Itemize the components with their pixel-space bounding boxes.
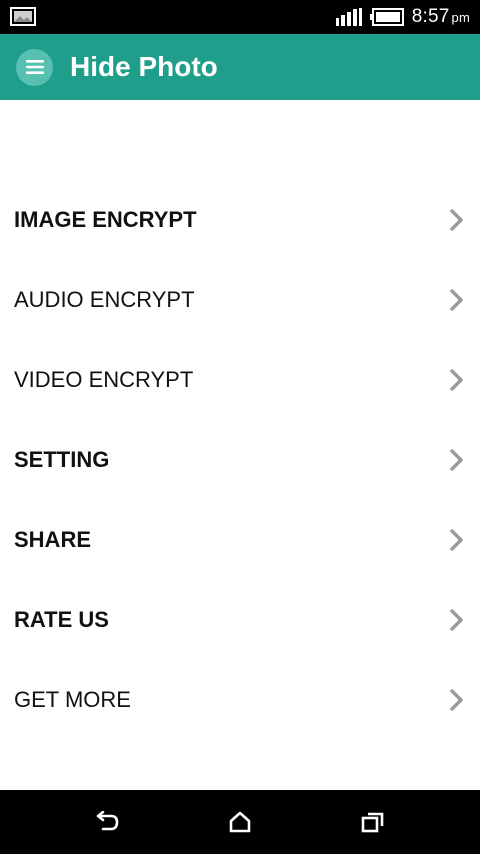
menu-item-label: AUDIO ENCRYPT	[14, 287, 195, 312]
menu-item-label: SHARE	[14, 527, 92, 552]
clock-ampm: pm	[451, 10, 470, 25]
menu-item-get-more[interactable]: GET MORE	[0, 660, 480, 740]
menu-item-video-encrypt[interactable]: VIDEO ENCRYPT	[0, 340, 480, 420]
app-title: Hide Photo	[70, 51, 218, 82]
gallery-icon	[10, 7, 36, 26]
status-right: 8:57 pm	[335, 0, 470, 34]
chevron-right-icon	[450, 609, 463, 631]
menu-item-label: VIDEO ENCRYPT	[14, 367, 194, 392]
signal-icon	[335, 8, 362, 26]
menu-item-audio-encrypt[interactable]: AUDIO ENCRYPT	[0, 260, 480, 340]
chevron-right-icon	[450, 369, 463, 391]
menu-item-image-encrypt[interactable]: IMAGE ENCRYPT	[0, 180, 480, 260]
status-bar: 8:57 pm	[0, 0, 480, 34]
clock-time: 8:57	[411, 6, 450, 27]
battery-icon	[369, 8, 404, 26]
nav-bar	[0, 790, 480, 854]
chevron-right-icon	[450, 289, 463, 311]
back-icon	[96, 811, 119, 831]
chevron-right-icon	[450, 449, 463, 471]
menu-item-setting[interactable]: SETTING	[0, 420, 480, 500]
home-icon	[229, 811, 251, 833]
menu-item-label: GET MORE	[14, 687, 131, 712]
app-bar: Hide Photo	[0, 34, 480, 100]
recents-button[interactable]	[343, 790, 403, 854]
home-button[interactable]	[210, 790, 270, 854]
chevron-right-icon	[450, 689, 463, 711]
menu-item-label: SETTING	[14, 447, 110, 472]
chevron-right-icon	[450, 209, 463, 231]
chevron-right-icon	[450, 529, 463, 551]
menu-item-label: RATE US	[14, 607, 109, 632]
screen: 8:57 pm Hide Photo IMAGE ENCRYPT AUDIO EN…	[0, 0, 480, 854]
recents-icon	[361, 812, 384, 833]
menu-item-rate-us[interactable]: RATE US	[0, 580, 480, 660]
hamburger-menu-icon	[25, 60, 44, 74]
menu-button[interactable]	[16, 48, 53, 86]
menu-item-share[interactable]: SHARE	[0, 500, 480, 580]
menu-list: IMAGE ENCRYPT AUDIO ENCRYPT VIDEO ENCRYP…	[0, 180, 480, 740]
back-button[interactable]	[77, 790, 137, 854]
menu-item-label: IMAGE ENCRYPT	[14, 207, 197, 232]
clock: 8:57 pm	[412, 6, 470, 28]
